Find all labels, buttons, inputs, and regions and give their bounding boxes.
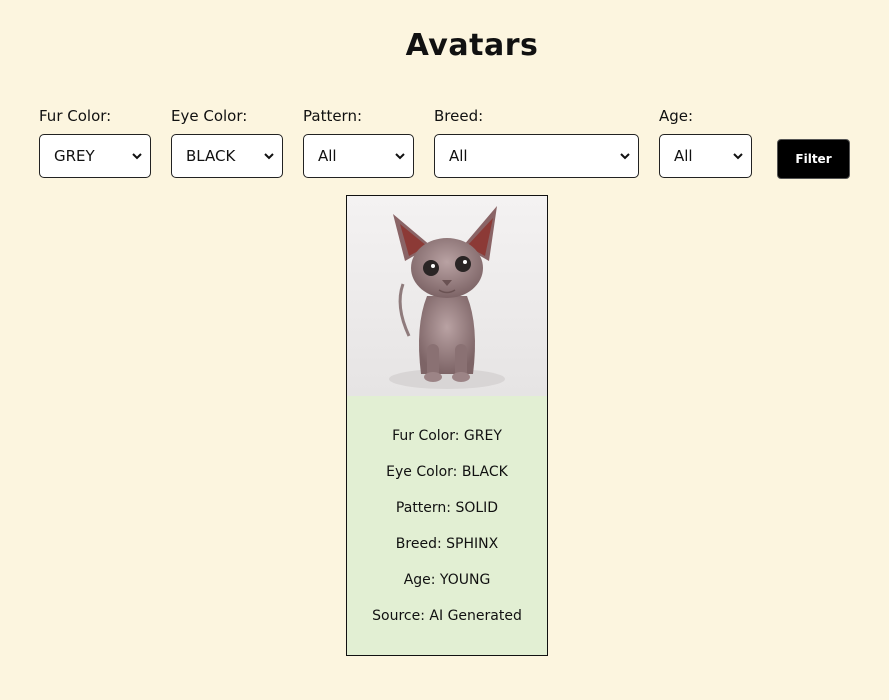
eye-color-field: Eye Color: BLACK — [386, 464, 508, 480]
pattern-select[interactable]: All — [303, 134, 414, 178]
cat-avatar-image — [347, 196, 547, 396]
chevron-down-icon — [264, 153, 274, 160]
page-title: Avatars — [405, 28, 539, 63]
avatar-card[interactable]: Fur Color: GREY Eye Color: BLACK Pattern… — [346, 195, 548, 656]
source-field: Source: AI Generated — [372, 608, 522, 624]
fur-color-label: Fur Color: — [39, 107, 112, 125]
age-value: All — [674, 147, 693, 165]
filter-button[interactable]: Filter — [777, 139, 850, 179]
eye-color-select[interactable]: BLACK — [171, 134, 283, 178]
pattern-value: All — [318, 147, 337, 165]
breed-field: Breed: SPHINX — [395, 536, 499, 552]
age-select[interactable]: All — [659, 134, 752, 178]
pattern-label: Pattern: — [303, 107, 363, 125]
eye-color-label: Eye Color: — [171, 107, 248, 125]
chevron-down-icon — [395, 153, 405, 160]
avatar-card-info: Fur Color: GREY Eye Color: BLACK Pattern… — [347, 396, 547, 642]
fur-color-filter: Fur Color: GREY — [39, 107, 151, 178]
breed-value: All — [449, 147, 468, 165]
breed-select[interactable]: All — [434, 134, 639, 178]
breed-label: Breed: — [434, 107, 484, 125]
age-label: Age: — [659, 107, 694, 125]
fur-color-field: Fur Color: GREY — [392, 428, 502, 444]
chevron-down-icon — [620, 153, 630, 160]
eye-color-value: BLACK — [186, 147, 236, 165]
breed-filter: Breed: All — [434, 107, 639, 178]
eye-color-filter: Eye Color: BLACK — [171, 107, 283, 178]
chevron-down-icon — [132, 153, 142, 160]
pattern-field: Pattern: SOLID — [395, 500, 499, 516]
chevron-down-icon — [733, 153, 743, 160]
fur-color-value: GREY — [54, 147, 95, 165]
age-filter: Age: All — [659, 107, 752, 178]
age-field: Age: YOUNG — [403, 572, 491, 588]
pattern-filter: Pattern: All — [303, 107, 414, 178]
fur-color-select[interactable]: GREY — [39, 134, 151, 178]
